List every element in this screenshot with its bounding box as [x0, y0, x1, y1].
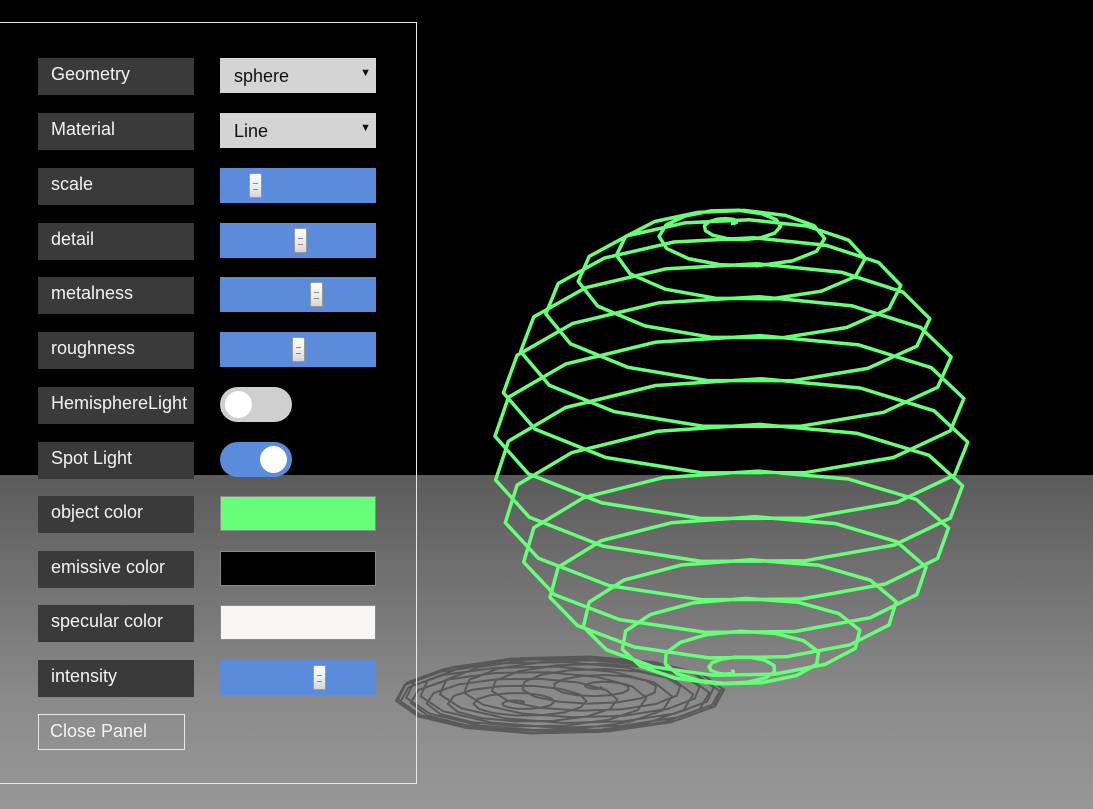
material-select[interactable]: Line ▼ [220, 113, 376, 148]
scale-slider[interactable] [220, 168, 376, 203]
caret-down-icon: ▼ [360, 67, 371, 79]
geometry-select-value: sphere [234, 66, 290, 86]
detail-label: detail [38, 223, 194, 260]
material-row: Material Line ▼ [38, 113, 376, 150]
object-color-row: object color [38, 496, 376, 533]
metalness-slider[interactable] [220, 277, 376, 312]
specular-color-row: specular color [38, 605, 376, 642]
material-label: Material [38, 113, 194, 150]
hemisphere-light-toggle[interactable] [220, 387, 292, 422]
roughness-row: roughness [38, 332, 376, 369]
sphere-wireframe-path [493, 208, 970, 686]
detail-slider[interactable] [220, 223, 376, 258]
close-panel-button[interactable]: Close Panel [38, 714, 185, 750]
spot-light-toggle[interactable] [220, 442, 292, 477]
sphere-shadow-path [394, 655, 726, 735]
emissive-color-swatch[interactable] [220, 551, 376, 586]
detail-row: detail [38, 223, 376, 260]
hemisphere-light-row: HemisphereLight [38, 387, 376, 424]
emissive-color-label: emissive color [38, 551, 194, 588]
emissive-color-row: emissive color [38, 551, 376, 588]
sphere-wireframe [493, 208, 970, 686]
intensity-slider[interactable] [220, 660, 376, 695]
roughness-slider-thumb[interactable] [292, 337, 305, 362]
object-color-label: object color [38, 496, 194, 533]
metalness-label: metalness [38, 277, 194, 314]
intensity-slider-thumb[interactable] [313, 665, 326, 690]
intensity-row: intensity [38, 660, 376, 697]
specular-color-label: specular color [38, 605, 194, 642]
spot-light-row: Spot Light [38, 442, 376, 479]
specular-color-swatch[interactable] [220, 605, 376, 640]
intensity-label: intensity [38, 660, 194, 697]
geometry-select[interactable]: sphere ▼ [220, 58, 376, 93]
toggle-knob [225, 391, 252, 418]
scale-label: scale [38, 168, 194, 205]
sphere-shadow [394, 655, 726, 735]
caret-down-icon: ▼ [360, 122, 371, 134]
controls-panel: Geometry sphere ▼ Material Line ▼ scale … [0, 22, 417, 784]
material-select-value: Line [234, 121, 269, 141]
scale-slider-thumb[interactable] [249, 173, 262, 198]
geometry-row: Geometry sphere ▼ [38, 58, 376, 95]
scale-row: scale [38, 168, 376, 205]
toggle-knob [260, 446, 287, 473]
detail-slider-thumb[interactable] [294, 228, 307, 253]
spot-light-label: Spot Light [38, 442, 194, 479]
object-color-swatch[interactable] [220, 496, 376, 531]
metalness-slider-thumb[interactable] [310, 282, 323, 307]
metalness-row: metalness [38, 277, 376, 314]
roughness-slider[interactable] [220, 332, 376, 367]
hemisphere-light-label: HemisphereLight [38, 387, 194, 424]
geometry-label: Geometry [38, 58, 194, 95]
roughness-label: roughness [38, 332, 194, 369]
